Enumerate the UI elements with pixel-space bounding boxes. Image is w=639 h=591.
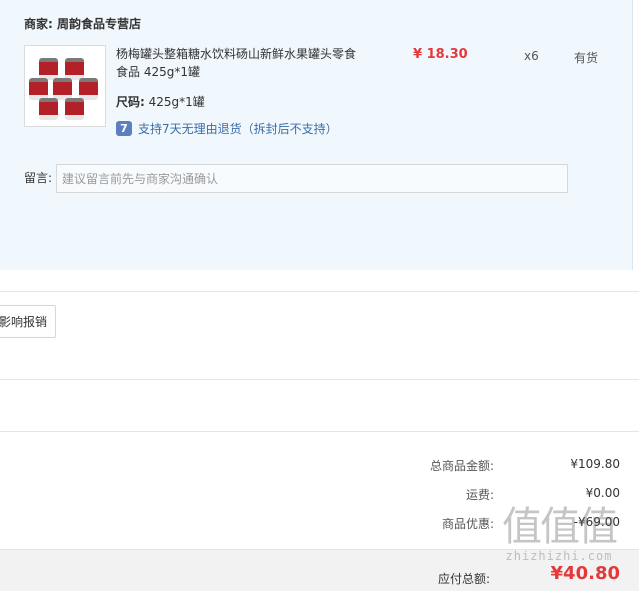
can-icon [39, 58, 58, 80]
discount-value: -¥69.00 [573, 515, 620, 529]
product-title[interactable]: 杨梅罐头整箱糖水饮料砀山新鲜水果罐头零食食品 425g*1罐 [116, 45, 366, 81]
message-label: 留言: [24, 171, 53, 185]
message-input[interactable] [56, 164, 568, 193]
goods-total-label: 总商品金额: [429, 459, 494, 473]
total-bar [0, 549, 639, 591]
shipping-label: 运费: [465, 488, 494, 502]
shop-name[interactable]: 商家: 周韵食品专营店 [24, 15, 141, 32]
order-item-panel: 商家: 周韵食品专营店 杨梅罐头整箱糖水饮料砀山新鲜水果罐头零食食品 425g*… [0, 0, 633, 270]
shipping-value: ¥0.00 [585, 486, 620, 500]
product-thumbnail[interactable] [24, 45, 106, 127]
can-icon [39, 98, 58, 120]
size-label: 尺码: [116, 95, 145, 109]
return-policy-text[interactable]: 支持7天无理由退货（拆封后不支持） [138, 120, 338, 137]
can-icon [53, 78, 72, 100]
size-value: 425g*1罐 [148, 95, 205, 109]
seven-day-return-icon: 7 [116, 121, 132, 136]
discount-label: 商品优惠: [441, 517, 494, 531]
can-icon [79, 78, 98, 100]
return-policy[interactable]: 7 支持7天无理由退货（拆封后不支持） [116, 120, 338, 137]
stock-status: 有货 [574, 51, 599, 65]
quantity: x6 [524, 49, 539, 63]
invoice-button[interactable]: 影响报销 [0, 305, 56, 338]
can-icon [29, 78, 48, 100]
divider [0, 379, 639, 380]
unit-price: ¥ 18.30 [413, 47, 468, 62]
payable-value: ¥40.80 [550, 563, 620, 584]
divider [0, 291, 639, 292]
payable-label: 应付总额: [438, 572, 491, 586]
can-icon [65, 98, 84, 120]
divider [0, 431, 639, 432]
goods-total-value: ¥109.80 [570, 457, 620, 471]
can-icon [65, 58, 84, 80]
product-size: 尺码: 425g*1罐 [116, 93, 205, 110]
